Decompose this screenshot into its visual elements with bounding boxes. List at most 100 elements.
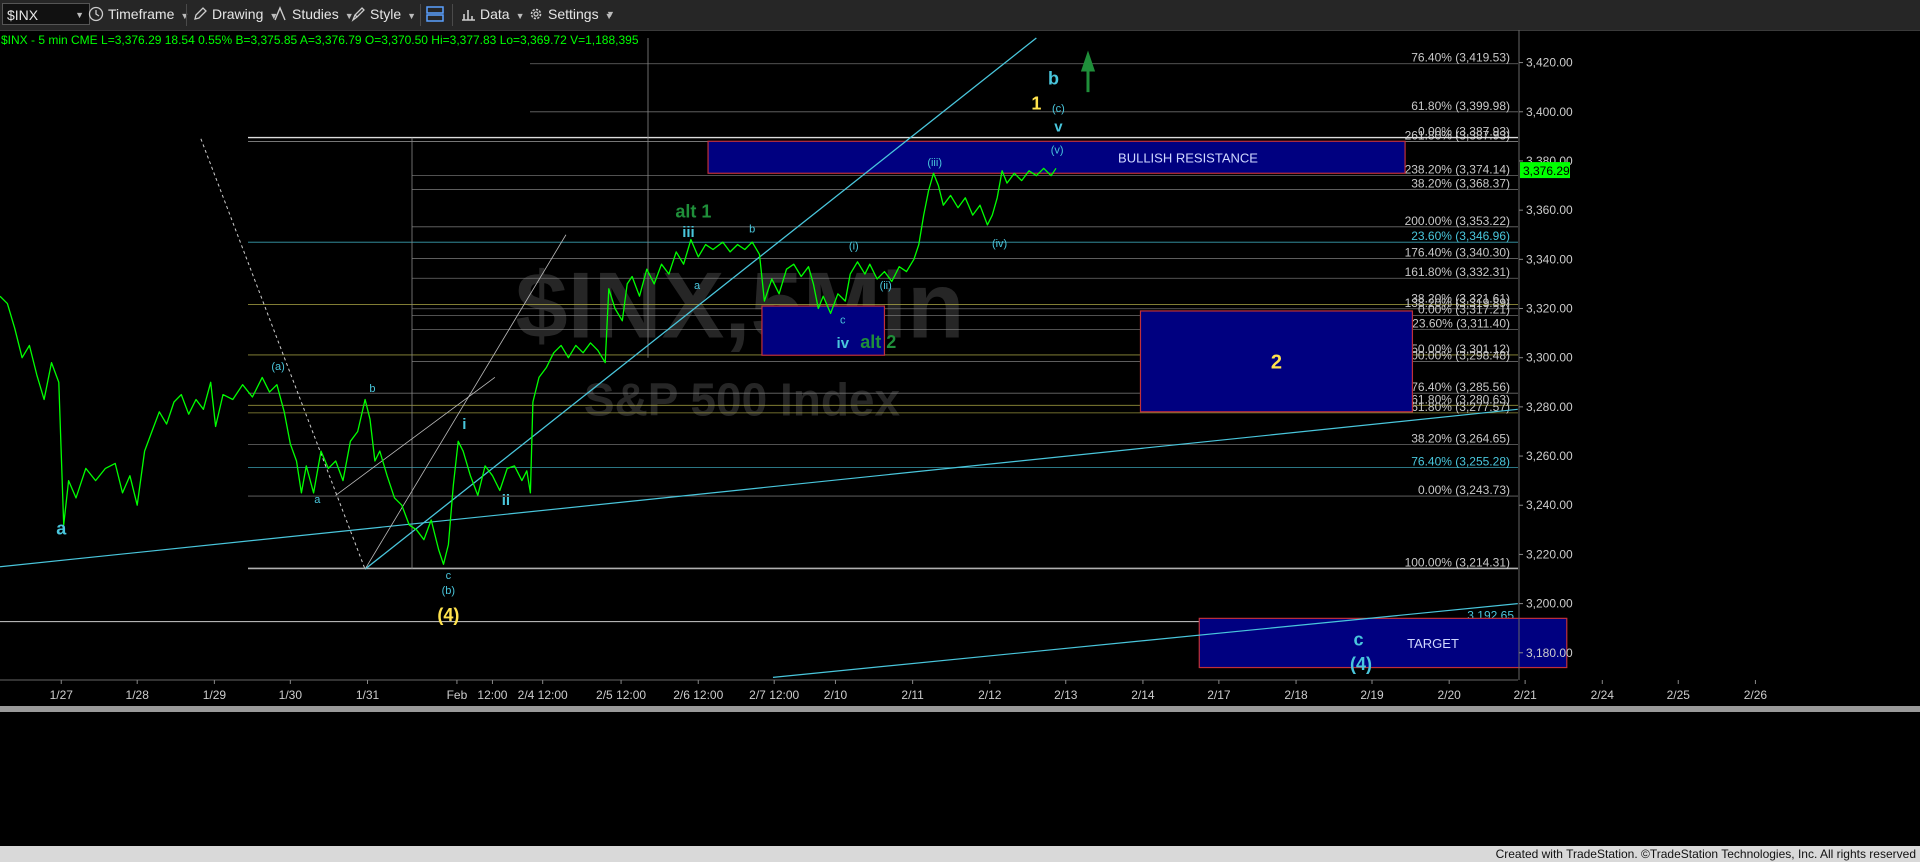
style-menu[interactable]: Style ▼ bbox=[350, 3, 416, 25]
y-tick-label: 3,280.00 bbox=[1526, 400, 1573, 414]
price-line bbox=[0, 167, 1057, 565]
wave-label: b bbox=[369, 383, 375, 395]
layout-button[interactable] bbox=[425, 3, 447, 25]
wave-label: (iii) bbox=[927, 157, 942, 169]
wave-label: c bbox=[1354, 629, 1364, 649]
x-tick-label: 2/21 bbox=[1513, 688, 1537, 702]
chevron-down-icon: ▼ bbox=[180, 11, 190, 21]
x-tick-label: Feb bbox=[447, 688, 468, 702]
data-menu[interactable]: Data ▼ bbox=[460, 3, 525, 25]
toolbar-divider bbox=[186, 4, 187, 26]
wave-label: v bbox=[1054, 118, 1063, 135]
x-tick-label: 12:00 bbox=[477, 688, 507, 702]
gear-icon bbox=[530, 8, 542, 20]
chart-watermark: $INX,5Min S&P 500 Index bbox=[515, 253, 964, 426]
drawing-menu[interactable]: Drawing ▼ bbox=[192, 3, 278, 25]
brush-icon bbox=[351, 7, 365, 22]
timeframe-menu[interactable]: Timeframe ▼ bbox=[88, 3, 189, 25]
fib-label: 200.00% (3,353.22) bbox=[1405, 214, 1510, 228]
x-tick-label: 2/26 bbox=[1744, 688, 1768, 702]
studies-label: Studies bbox=[292, 6, 339, 22]
data-label: Data bbox=[480, 6, 510, 22]
y-tick-label: 3,180.00 bbox=[1526, 646, 1573, 660]
y-tick-label: 3,320.00 bbox=[1526, 302, 1573, 316]
x-tick-label: 2/10 bbox=[824, 688, 848, 702]
price-chart[interactable]: $INX,5Min S&P 500 Index 76.40% (3,419.53)… bbox=[0, 30, 1920, 846]
x-tick-label: 1/29 bbox=[203, 688, 227, 702]
fib-label: 238.20% (3,374.14) bbox=[1405, 162, 1510, 176]
wave-label: (4) bbox=[1350, 654, 1372, 674]
style-label: Style bbox=[370, 6, 402, 22]
copyright-text: Created with TradeStation. ©TradeStation… bbox=[1495, 847, 1916, 861]
chevron-down-icon: ▼ bbox=[75, 10, 84, 20]
wave-label: b bbox=[749, 223, 755, 235]
symbol-dropdown[interactable]: $INX ▼ bbox=[2, 3, 90, 25]
wave-label: i bbox=[462, 416, 466, 433]
wave-label: alt 1 bbox=[675, 202, 711, 222]
clock-icon bbox=[88, 6, 104, 22]
price-axis: 3,180.00 3,200.00 3,220.00 3,240.00 3,260.00… bbox=[1518, 30, 1573, 680]
toolbar-divider bbox=[452, 4, 453, 26]
fib-label: 100.00% (3,214.31) bbox=[1405, 555, 1510, 569]
fib-label: 0.00% (3,243.73) bbox=[1418, 483, 1510, 497]
x-tick-label: 1/30 bbox=[279, 688, 303, 702]
x-tick-label: 2/18 bbox=[1284, 688, 1308, 702]
x-tick-label: 1/28 bbox=[126, 688, 150, 702]
price-series bbox=[0, 167, 1057, 565]
zone-label: 2 bbox=[1271, 351, 1282, 373]
fib-label: 161.80% (3,332.31) bbox=[1405, 265, 1510, 279]
chevron-down-icon: ▼ bbox=[515, 11, 525, 21]
layout-icon bbox=[426, 6, 444, 22]
x-tick-label: 2/5 12:00 bbox=[596, 688, 646, 702]
x-tick-label: 1/31 bbox=[356, 688, 380, 702]
x-tick-label: 2/6 12:00 bbox=[673, 688, 723, 702]
fib-label: 0.00% (3,387.93) bbox=[1418, 125, 1510, 139]
wave-label: ii bbox=[502, 492, 510, 509]
settings-menu[interactable]: Settings ▼ bbox=[528, 3, 614, 25]
fib-label: 123.60% (3,311.40) bbox=[1405, 317, 1510, 331]
footer-bar: Created with TradeStation. ©TradeStation… bbox=[0, 846, 1920, 862]
y-tick-label: 3,420.00 bbox=[1526, 56, 1573, 70]
channel-line bbox=[0, 408, 1518, 568]
y-tick-label: 3,240.00 bbox=[1526, 498, 1573, 512]
time-axis: 1/27 1/28 1/29 1/30 1/31 Feb 12:00 2/4 12:00 2/5… bbox=[0, 679, 1920, 712]
fib-label: 100.00% (3,298.48) bbox=[1405, 348, 1510, 362]
wave-label: a bbox=[56, 519, 67, 539]
watermark-name: S&P 500 Index bbox=[584, 374, 901, 426]
wave-label: iii bbox=[682, 224, 695, 241]
up-arrow-icon bbox=[1080, 50, 1096, 93]
fib-label: 38.20% (3,368.37) bbox=[1411, 177, 1510, 191]
last-price-label: 3,376.29 bbox=[1523, 164, 1570, 178]
x-tick-label: 2/24 bbox=[1591, 688, 1615, 702]
horizontal-scrollbar bbox=[0, 706, 1920, 712]
wave-label: (a) bbox=[271, 361, 284, 373]
wave-label: (ii) bbox=[880, 280, 892, 292]
watermark-symbol: $INX,5Min bbox=[515, 253, 964, 358]
x-tick-label: 2/25 bbox=[1667, 688, 1691, 702]
wave-label: c bbox=[446, 570, 452, 582]
wave-label: a bbox=[314, 494, 321, 506]
timeframe-label: Timeframe bbox=[108, 6, 175, 22]
studies-menu[interactable]: Studies ▼ bbox=[272, 3, 354, 25]
studies-icon bbox=[274, 6, 286, 21]
wave-label: alt 2 bbox=[860, 332, 896, 352]
x-tick-label: 2/20 bbox=[1437, 688, 1461, 702]
y-tick-label: 3,220.00 bbox=[1526, 547, 1573, 561]
fib-label: 76.40% (3,255.28) bbox=[1411, 455, 1510, 469]
y-tick-label: 3,360.00 bbox=[1526, 203, 1573, 217]
dotted-line bbox=[200, 138, 366, 570]
x-tick-label: 2/11 bbox=[901, 688, 924, 702]
fib-label: 38.20% (3,264.65) bbox=[1411, 432, 1510, 446]
wave-label: (i) bbox=[849, 240, 859, 252]
y-tick-label: 3,200.00 bbox=[1526, 597, 1573, 611]
wave-label: iv bbox=[837, 335, 850, 352]
more-button[interactable]: ▼ bbox=[606, 3, 615, 25]
pencil-icon bbox=[194, 7, 207, 20]
zone-label: BULLISH RESISTANCE bbox=[1118, 150, 1258, 165]
chevron-down-icon: ▼ bbox=[606, 9, 615, 19]
wave-label: c bbox=[840, 314, 846, 326]
fib-label: 0.00% (3,317.21) bbox=[1418, 302, 1510, 316]
x-tick-label: 2/12 bbox=[978, 688, 1002, 702]
wave-label: 1 bbox=[1031, 93, 1041, 113]
x-tick-label: 2/19 bbox=[1360, 688, 1384, 702]
